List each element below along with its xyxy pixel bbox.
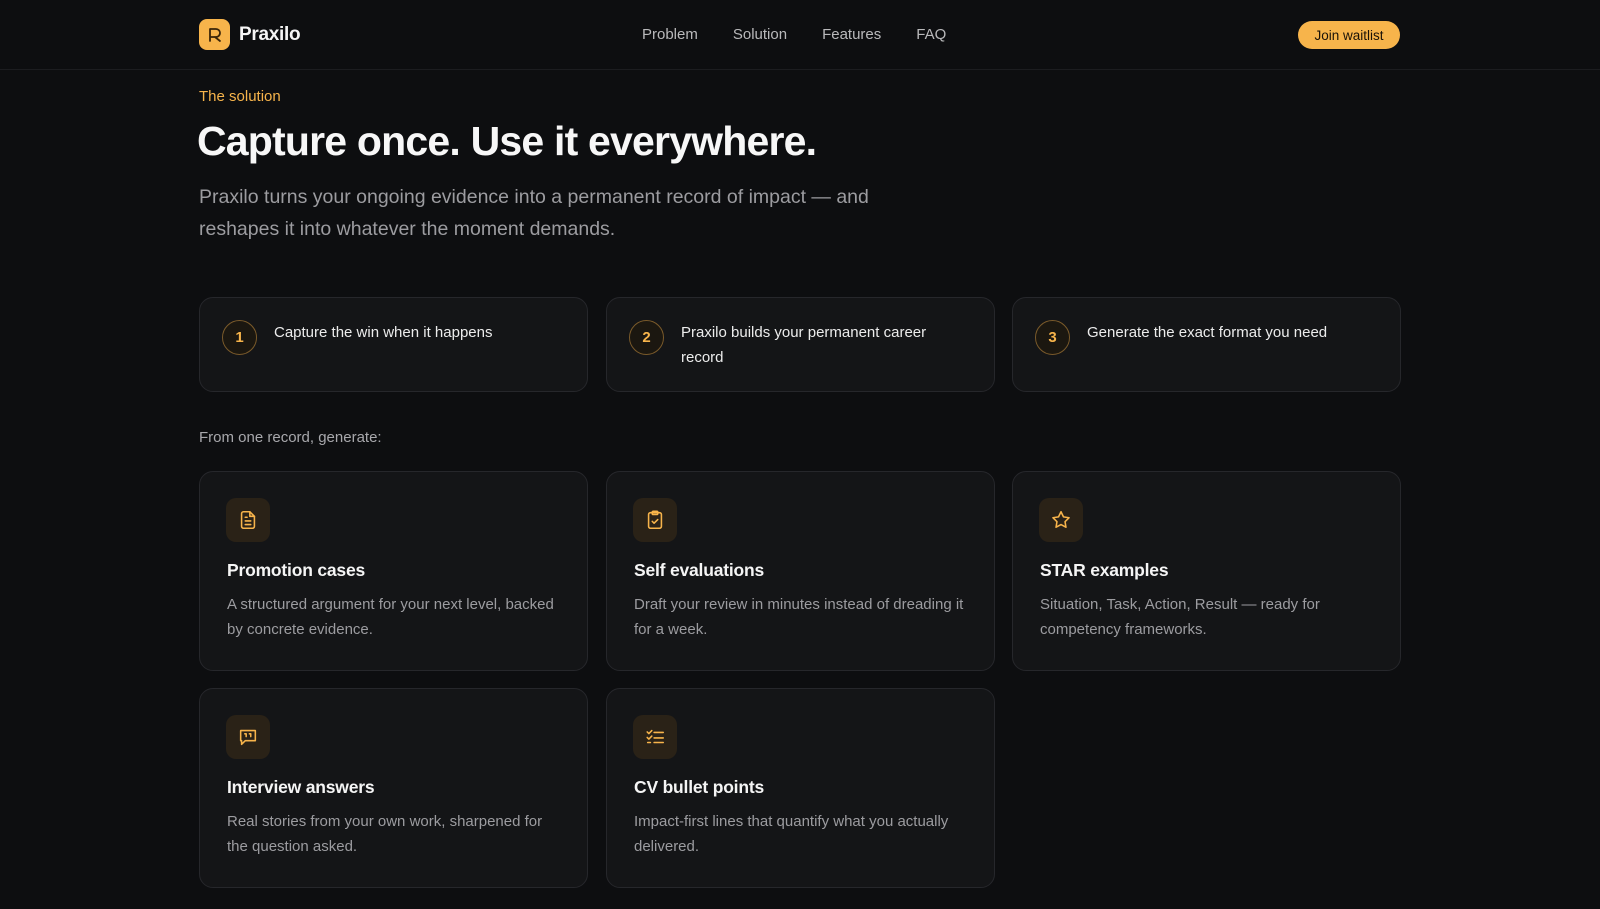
step-text: Capture the win when it happens — [274, 324, 493, 341]
join-waitlist-button[interactable]: Join waitlist — [1298, 21, 1400, 49]
brand-logo-icon — [199, 19, 230, 50]
card-description: A structured argument for your next leve… — [227, 596, 554, 638]
quote-bubble-icon — [226, 715, 270, 759]
nav-link-faq[interactable]: FAQ — [916, 26, 946, 43]
checklist-icon — [633, 715, 677, 759]
step-card-2: 2 Praxilo builds your permanent career r… — [606, 297, 995, 392]
section-title: Capture once. Use it everywhere. — [197, 118, 817, 164]
card-title: Self evaluations — [634, 560, 765, 580]
card-description: Situation, Task, Action, Result — ready … — [1040, 596, 1320, 638]
card-star-examples: STAR examples Situation, Task, Action, R… — [1012, 471, 1401, 671]
star-icon — [1039, 498, 1083, 542]
section-lead: Praxilo turns your ongoing evidence into… — [199, 186, 869, 240]
step-card-1: 1 Capture the win when it happens — [199, 297, 588, 392]
card-interview-answers: Interview answers Real stories from your… — [199, 688, 588, 888]
step-number: 3 — [1035, 320, 1070, 355]
card-description: Draft your review in minutes instead of … — [634, 596, 964, 638]
card-title: CV bullet points — [634, 777, 764, 797]
top-nav: Praxilo Problem Solution Features FAQ Jo… — [0, 0, 1600, 70]
nav-link-features[interactable]: Features — [822, 26, 881, 43]
clipboard-check-icon — [633, 498, 677, 542]
nav-link-solution[interactable]: Solution — [733, 26, 787, 43]
step-number: 2 — [629, 320, 664, 355]
card-description: Impact-first lines that quantify what yo… — [634, 813, 949, 855]
nav-link-problem[interactable]: Problem — [642, 26, 698, 43]
outputs-heading: From one record, generate: — [199, 429, 382, 446]
document-icon — [226, 498, 270, 542]
nav-links: Problem Solution Features FAQ — [642, 26, 981, 43]
card-title: Promotion cases — [227, 560, 366, 580]
brand-name: Praxilo — [239, 23, 301, 45]
card-title: Interview answers — [227, 777, 375, 797]
card-promotion-cases: Promotion cases A structured argument fo… — [199, 471, 588, 671]
step-text: Generate the exact format you need — [1087, 324, 1328, 341]
brand[interactable]: Praxilo — [199, 19, 301, 50]
card-cv-bullet-points: CV bullet points Impact-first lines that… — [606, 688, 995, 888]
step-number: 1 — [222, 320, 257, 355]
step-card-3: 3 Generate the exact format you need — [1012, 297, 1401, 392]
card-title: STAR examples — [1040, 560, 1169, 580]
card-self-evaluations: Self evaluations Draft your review in mi… — [606, 471, 995, 671]
step-text: Praxilo builds your permanent career rec… — [681, 324, 927, 366]
card-description: Real stories from your own work, sharpen… — [227, 813, 543, 855]
section-eyebrow: The solution — [199, 88, 281, 105]
